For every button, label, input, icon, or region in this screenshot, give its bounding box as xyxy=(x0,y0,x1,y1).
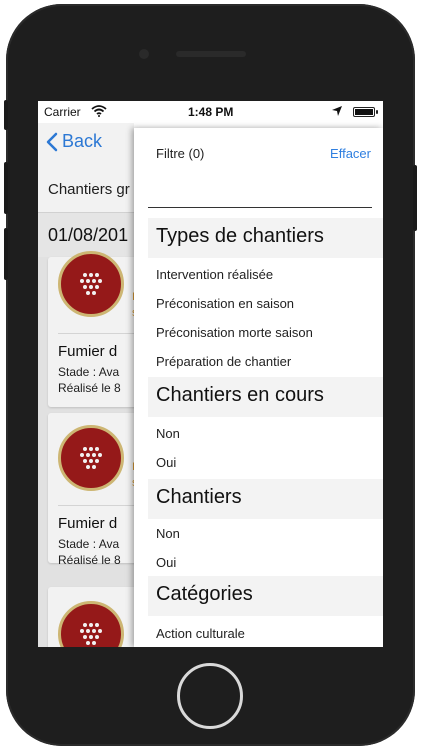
section-header-in-progress: Chantiers en cours xyxy=(148,377,383,417)
location-icon xyxy=(332,106,342,116)
filter-option[interactable]: Intervention réalisée xyxy=(156,267,273,282)
earpiece-speaker xyxy=(176,51,246,57)
volume-down-button xyxy=(4,228,8,280)
filter-title: Filtre (0) xyxy=(156,146,205,161)
volume-up-button xyxy=(4,162,8,214)
filter-drawer: Filtre (0) Effacer Types de chantiers In… xyxy=(134,128,383,647)
wifi-icon xyxy=(91,105,107,117)
filter-search-input[interactable] xyxy=(148,178,372,208)
phone-mockup: Carrier 1:48 PM Back Chantiers gr 01/08/… xyxy=(0,0,422,750)
status-time: 1:48 PM xyxy=(188,105,234,119)
carrier-label: Carrier xyxy=(44,105,81,119)
section-header-worksites: Chantiers xyxy=(148,479,383,519)
filter-option[interactable]: Non xyxy=(156,526,180,541)
battery-icon xyxy=(353,107,378,117)
section-header-types: Types de chantiers xyxy=(148,218,383,258)
clear-filter-button[interactable]: Effacer xyxy=(330,146,371,161)
filter-option[interactable]: Oui xyxy=(156,455,176,470)
status-bar: Carrier 1:48 PM xyxy=(38,101,383,123)
filter-option[interactable]: Action culturale xyxy=(156,626,245,641)
filter-option[interactable]: Non xyxy=(156,426,180,441)
filter-option[interactable]: Préconisation en saison xyxy=(156,296,294,311)
mute-switch xyxy=(4,100,8,130)
section-header-categories: Catégories xyxy=(148,576,383,616)
front-camera xyxy=(139,49,149,59)
drawer-backdrop[interactable] xyxy=(38,123,134,647)
app-screen: Carrier 1:48 PM Back Chantiers gr 01/08/… xyxy=(38,101,383,647)
filter-option[interactable]: Préconisation morte saison xyxy=(156,325,313,340)
power-button xyxy=(413,165,417,231)
home-button[interactable] xyxy=(177,663,243,729)
filter-option[interactable]: Préparation de chantier xyxy=(156,354,291,369)
battery-level xyxy=(355,109,373,115)
filter-option[interactable]: Oui xyxy=(156,555,176,570)
